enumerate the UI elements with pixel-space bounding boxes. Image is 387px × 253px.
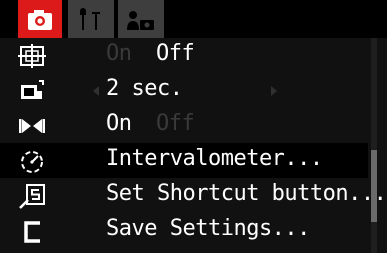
camera-icon	[28, 10, 52, 30]
menu-row-display-overlay[interactable]: On Off	[0, 38, 368, 73]
review-time-value: 2 sec.	[106, 76, 183, 101]
menu-row-intervalometer[interactable]: Intervalometer...	[0, 143, 368, 178]
menu-row-review-time[interactable]: 2 sec.	[0, 73, 368, 108]
my-menu-icon	[127, 11, 154, 30]
save-settings-label: Save Settings...	[106, 216, 310, 241]
menu-row-save-settings[interactable]: Save Settings...	[0, 213, 368, 248]
intervalometer-label: Intervalometer...	[106, 146, 323, 171]
shortcut-button-icon	[19, 184, 45, 209]
tab-camera[interactable]	[18, 0, 62, 38]
tab-bar	[0, 0, 387, 38]
intervalometer-icon	[21, 151, 43, 173]
increase-arrow-icon[interactable]	[271, 86, 277, 96]
display-overlay-icon	[18, 44, 46, 68]
option-on-value: On	[106, 111, 132, 136]
option-off-value: Off	[156, 41, 195, 66]
option-off-dim: Off	[156, 111, 195, 136]
scrollbar-thumb[interactable]	[371, 150, 377, 222]
review-time-icon	[21, 80, 44, 99]
menu-row-shortcut-button[interactable]: Set Shortcut button...	[0, 178, 387, 213]
shortcut-button-label: Set Shortcut button...	[106, 181, 387, 206]
decrease-arrow-icon[interactable]	[93, 86, 99, 96]
option-on-dim: On	[106, 41, 132, 66]
stitch-assist-icon	[19, 119, 45, 133]
tab-my-menu[interactable]	[118, 0, 164, 38]
menu-row-stitch-assist[interactable]: On Off	[0, 108, 368, 143]
settings-menu: On Off 2 sec. On Off Intervalometer... S…	[0, 38, 387, 253]
tab-setup[interactable]	[68, 0, 114, 38]
custom-c-icon	[24, 221, 40, 243]
wrench-icon	[80, 8, 100, 30]
camera-menu-screen: On Off 2 sec. On Off Intervalometer... S…	[0, 0, 387, 253]
